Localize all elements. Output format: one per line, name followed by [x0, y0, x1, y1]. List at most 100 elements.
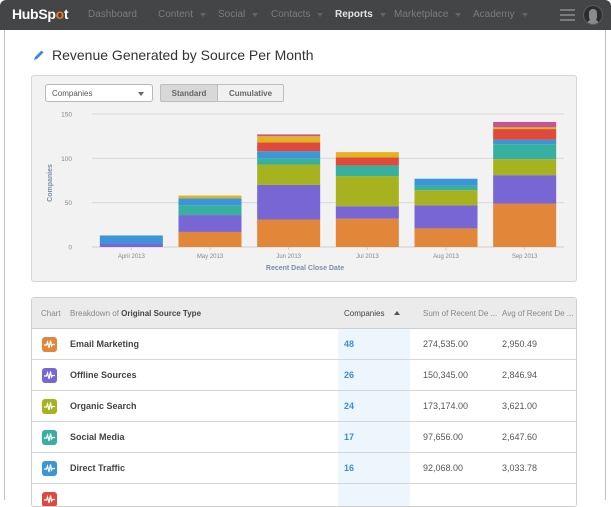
header-chart: Chart	[41, 309, 61, 318]
table-row[interactable]	[32, 484, 576, 506]
table-row[interactable]: Organic Search 24 173,174.00 3,621.00	[32, 391, 576, 422]
bar-segment[interactable]	[178, 198, 242, 206]
bar-segment[interactable]	[257, 151, 321, 159]
source-chart-toggle-icon[interactable]	[42, 368, 57, 383]
pencil-icon[interactable]	[33, 49, 45, 61]
logo-text: HubSp	[12, 6, 56, 22]
header-companies-label: Companies	[344, 309, 385, 318]
sum-value: 274,535.00	[423, 339, 469, 349]
table-header: Chart Breakdown of Original Source Type …	[32, 298, 576, 329]
bar-segment[interactable]	[335, 165, 399, 177]
header-sum[interactable]: Sum of Recent De ...	[423, 309, 497, 318]
bar-segment[interactable]	[414, 190, 478, 206]
bar-segment[interactable]	[178, 205, 242, 216]
bar-segment[interactable]	[257, 184, 321, 220]
header-breakdown[interactable]: Breakdown of Original Source Type	[70, 309, 201, 318]
avg-value: 2,647.60	[502, 432, 538, 442]
bar-segment[interactable]	[257, 164, 321, 185]
x-tick-label: Jul 2013	[356, 254, 379, 260]
waveform-icon	[44, 464, 55, 473]
source-chart-toggle-icon[interactable]	[42, 430, 57, 445]
page-title: Revenue Generated by Source Per Month	[52, 47, 314, 63]
bar-segment[interactable]	[257, 134, 321, 137]
x-tick-label: Jun 2013	[276, 254, 301, 260]
companies-count[interactable]: 24	[344, 401, 354, 411]
source-name[interactable]: Social Media	[70, 432, 125, 442]
bar-segment[interactable]	[493, 144, 557, 160]
bar-segment[interactable]	[335, 218, 399, 247]
bar-segment[interactable]	[178, 215, 242, 232]
scrollbar-track[interactable]	[605, 30, 606, 500]
avg-value: 3,033.78	[502, 463, 538, 473]
table-row[interactable]: Email Marketing 48 274,535.00 2,950.49	[32, 329, 576, 360]
breakdown-table: Chart Breakdown of Original Source Type …	[31, 297, 577, 507]
companies-count[interactable]: 26	[344, 370, 354, 380]
bar-segment[interactable]	[493, 159, 557, 176]
bar-segment[interactable]	[257, 219, 321, 247]
nav-marketplace[interactable]: Marketplace	[394, 9, 462, 20]
bar-segment[interactable]	[414, 178, 478, 186]
bar-segment[interactable]	[257, 142, 321, 152]
hubspot-logo[interactable]: HubSpot	[12, 6, 69, 22]
source-name[interactable]: Email Marketing	[70, 339, 139, 349]
logo-sprocket: o	[55, 6, 65, 22]
bar-segment[interactable]	[493, 129, 557, 140]
bar-segment[interactable]	[493, 139, 557, 145]
bar-segment[interactable]	[493, 127, 557, 130]
table-row[interactable]: Direct Traffic 16 92,068.00 3,033.78	[32, 453, 576, 484]
header-breakdown-prefix: Breakdown of	[70, 309, 122, 318]
companies-count[interactable]: 16	[344, 463, 354, 473]
header-companies[interactable]: Companies	[344, 309, 401, 318]
hamburger-menu-icon[interactable]	[560, 9, 575, 21]
sum-value: 173,174.00	[423, 401, 469, 411]
nav-academy[interactable]: Academy	[473, 9, 528, 20]
bar-segment[interactable]	[493, 175, 557, 204]
nav-label: Marketplace	[394, 9, 449, 20]
bar-segment[interactable]	[493, 121, 557, 128]
bar-segment[interactable]	[257, 158, 321, 165]
bar-segment[interactable]	[257, 136, 321, 143]
bar-segment[interactable]	[414, 228, 478, 247]
user-avatar-icon[interactable]	[583, 5, 603, 25]
bar-segment[interactable]	[335, 206, 399, 219]
bar-segment[interactable]	[335, 157, 399, 166]
stacked-bar-chart: 0 50 100 150 April 2013 May 2013 Jun 2013 Jul …	[47, 112, 564, 272]
bar-segment[interactable]	[99, 243, 163, 247]
avg-value: 2,950.49	[502, 339, 538, 349]
x-tick-label: Sep 2013	[512, 254, 538, 260]
source-chart-toggle-icon[interactable]	[42, 399, 57, 414]
source-name[interactable]: Offline Sources	[70, 370, 137, 380]
nav-reports[interactable]: Reports	[335, 9, 386, 20]
chevron-down-icon	[252, 12, 259, 17]
source-name[interactable]: Organic Search	[70, 401, 137, 411]
bar-segment[interactable]	[335, 152, 399, 158]
waveform-icon	[44, 340, 55, 349]
chevron-down-icon	[379, 12, 386, 17]
nav-social[interactable]: Social	[218, 9, 259, 20]
table-row[interactable]: Offline Sources 26 150,345.00 2,846.94	[32, 360, 576, 391]
table-row[interactable]: Social Media 17 97,656.00 2,647.60	[32, 422, 576, 453]
companies-count[interactable]: 17	[344, 432, 354, 442]
bar-segment[interactable]	[178, 195, 242, 199]
sum-value: 97,656.00	[423, 432, 464, 442]
logo-text-end: t	[63, 6, 69, 22]
nav-dashboard[interactable]: Dashboard	[88, 9, 137, 20]
header-avg[interactable]: Avg of Recent De ...	[502, 309, 573, 318]
chart-panel: Companies Standard Cumulative 0 50 100 150 …	[31, 75, 577, 282]
companies-count[interactable]: 48	[344, 339, 354, 349]
bar-segment[interactable]	[99, 235, 163, 244]
bar-segment[interactable]	[493, 203, 557, 247]
bar-segment[interactable]	[178, 231, 242, 247]
chevron-down-icon	[521, 12, 528, 17]
bar-segment[interactable]	[414, 205, 478, 229]
nav-content[interactable]: Content	[158, 9, 207, 20]
source-name[interactable]: Direct Traffic	[70, 463, 125, 473]
nav-contacts[interactable]: Contacts	[271, 9, 324, 20]
y-tick-label: 100	[61, 156, 72, 163]
x-tick-label: May 2013	[197, 254, 224, 260]
bar-segment[interactable]	[335, 176, 399, 207]
y-tick-label: 50	[65, 200, 73, 207]
source-chart-toggle-icon[interactable]	[42, 337, 57, 352]
bar-segment[interactable]	[414, 185, 478, 191]
source-chart-toggle-icon[interactable]	[42, 461, 57, 476]
